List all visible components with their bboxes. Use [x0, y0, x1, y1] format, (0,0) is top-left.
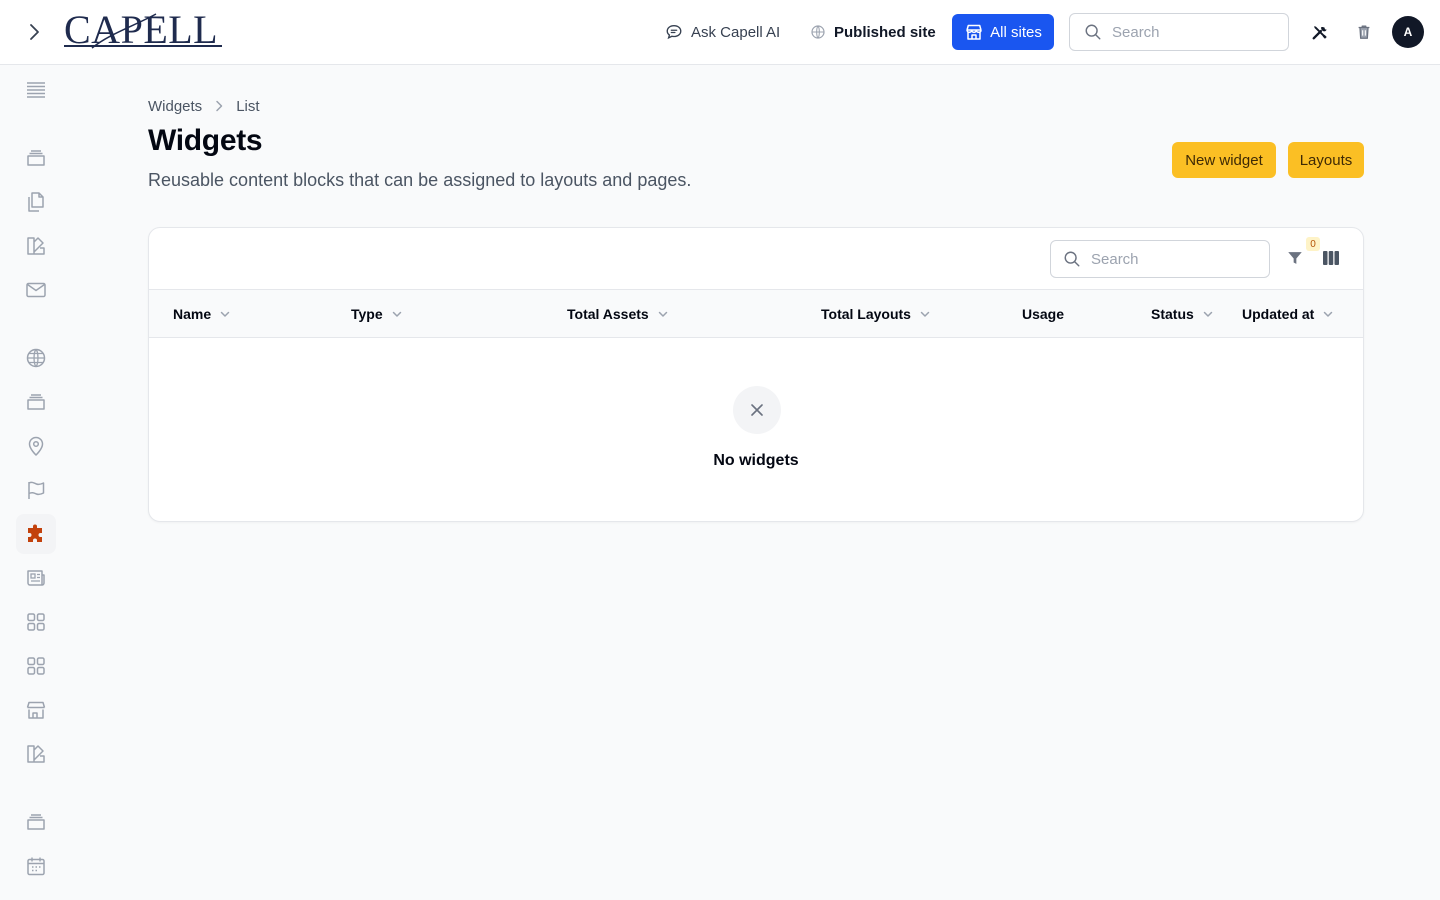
globe-icon — [26, 348, 46, 368]
table-header: Name Type Total Assets Total Layouts Usa… — [149, 289, 1363, 338]
column-header-total-assets[interactable]: Total Assets — [567, 290, 669, 337]
top-bar: CAPELL Ask Capell AI Published site All … — [0, 0, 1440, 65]
sidebar-item-menu[interactable] — [16, 70, 56, 110]
stack-icon — [27, 150, 45, 166]
all-sites-label: All sites — [990, 23, 1042, 41]
column-header-label: Status — [1151, 305, 1194, 322]
global-search[interactable] — [1069, 13, 1289, 51]
puzzle-icon — [28, 524, 42, 542]
sidebar-item-globe[interactable] — [16, 338, 56, 378]
page-subtitle: Reusable content blocks that can be assi… — [148, 170, 692, 190]
filter-count-badge: 0 — [1306, 237, 1320, 251]
chevron-down-icon — [392, 311, 401, 317]
x-icon — [751, 404, 763, 416]
ask-ai-label: Ask Capell AI — [691, 23, 781, 41]
new-widget-button[interactable]: New widget — [1172, 142, 1276, 178]
filter-button[interactable] — [1283, 246, 1307, 270]
mail-icon — [26, 282, 46, 298]
sidebar-item-grid-1[interactable] — [16, 602, 56, 642]
tools-button[interactable] — [1308, 20, 1332, 44]
column-header-label: Type — [351, 305, 383, 322]
calendar-icon — [27, 857, 45, 876]
layouts-button[interactable]: Layouts — [1288, 142, 1364, 178]
global-search-input[interactable] — [1112, 23, 1262, 41]
storefront-icon — [966, 24, 982, 40]
flag-icon — [28, 481, 45, 499]
menu-lines-icon — [27, 82, 45, 98]
empty-state-text: No widgets — [713, 452, 799, 469]
ask-ai-link[interactable]: Ask Capell AI — [665, 20, 780, 44]
breadcrumb: Widgets List — [148, 96, 260, 116]
grid-icon — [27, 657, 45, 675]
published-site-link[interactable]: Published site — [810, 20, 936, 44]
column-header-status[interactable]: Status — [1151, 290, 1214, 337]
sidebar-item-palette-2[interactable] — [16, 734, 56, 774]
documents-icon — [28, 192, 44, 212]
expand-sidebar-button[interactable] — [22, 20, 46, 44]
sidebar-item-map-pin[interactable] — [16, 426, 56, 466]
sidebar-item-grid-2[interactable] — [16, 646, 56, 686]
sidebar-item-storefront[interactable] — [16, 690, 56, 730]
trash-icon — [1358, 25, 1370, 39]
widgets-table-card: 0 Name Type Total Assets Total Layouts U… — [148, 227, 1364, 522]
chevron-down-icon — [1324, 311, 1333, 317]
column-header-usage: Usage — [1022, 290, 1064, 337]
trash-button[interactable] — [1352, 20, 1376, 44]
column-header-total-layouts[interactable]: Total Layouts — [821, 290, 931, 337]
column-header-updated-at[interactable]: Updated at — [1242, 290, 1334, 337]
search-icon — [1064, 251, 1080, 267]
breadcrumb-current: List — [236, 97, 260, 115]
sidebar-item-palette-1[interactable] — [16, 226, 56, 266]
chevron-down-icon — [920, 311, 930, 317]
sidebar-item-stack-2[interactable] — [16, 382, 56, 422]
column-header-label: Name — [173, 305, 212, 322]
logo-swoosh — [91, 13, 157, 49]
page-title: Widgets — [148, 124, 263, 157]
sidebar-item-stack-1[interactable] — [16, 138, 56, 178]
empty-state-badge — [733, 386, 781, 434]
chevron-down-icon — [658, 311, 667, 317]
sidebar-item-newspaper[interactable] — [16, 558, 56, 598]
chevron-right-icon — [30, 24, 39, 40]
palette-icon — [27, 745, 45, 763]
sidebar-item-mail[interactable] — [16, 270, 56, 310]
grid-icon — [27, 613, 45, 631]
sidebar-item-widgets[interactable] — [16, 514, 56, 554]
globe-icon — [811, 25, 825, 39]
funnel-icon — [1288, 252, 1302, 264]
wrench-screwdriver-icon — [1312, 26, 1327, 40]
column-header-label: Total Layouts — [821, 305, 911, 322]
map-pin-icon — [28, 436, 44, 457]
chevron-down-icon — [1203, 311, 1213, 317]
all-sites-button[interactable]: All sites — [952, 14, 1054, 50]
published-site-label: Published site — [834, 23, 936, 41]
newspaper-icon — [27, 570, 45, 586]
chevron-right-icon — [216, 100, 223, 112]
columns-toggle-button[interactable] — [1319, 246, 1343, 270]
table-search-input[interactable] — [1091, 250, 1241, 268]
storefront-icon — [26, 701, 46, 719]
palette-icon — [27, 237, 45, 255]
column-header-label: Total Assets — [567, 305, 649, 322]
column-header-type[interactable]: Type — [351, 290, 403, 337]
breadcrumb-widgets[interactable]: Widgets — [148, 98, 202, 115]
sidebar-item-flag[interactable] — [16, 470, 56, 510]
stack-icon — [27, 394, 45, 410]
stack-icon — [27, 814, 45, 830]
search-icon — [1085, 24, 1101, 40]
sidebar-item-documents[interactable] — [16, 182, 56, 222]
column-header-label: Updated at — [1242, 305, 1315, 322]
sidebar-item-calendar[interactable] — [16, 846, 56, 886]
sidebar — [0, 65, 72, 900]
chat-bubble-icon — [666, 25, 682, 40]
columns-icon — [1323, 251, 1339, 265]
chevron-down-icon — [220, 311, 230, 317]
capell-logo[interactable]: CAPELL — [64, 8, 224, 52]
column-header-label: Usage — [1022, 305, 1065, 322]
user-avatar[interactable]: A — [1392, 16, 1424, 48]
column-header-name[interactable]: Name — [173, 290, 231, 337]
table-search[interactable] — [1050, 240, 1270, 278]
sidebar-item-stack-3[interactable] — [16, 802, 56, 842]
